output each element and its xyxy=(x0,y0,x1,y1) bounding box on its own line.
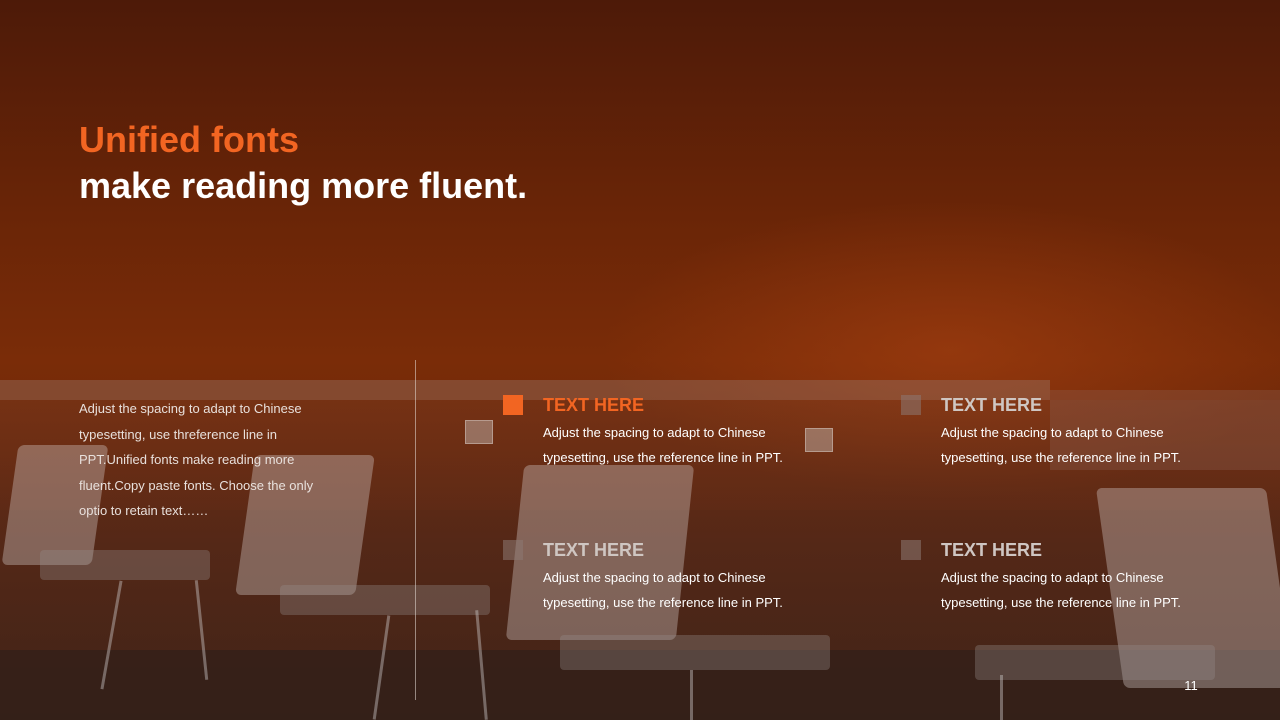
slide-title: make reading more fluent. xyxy=(79,165,528,206)
square-bullet-icon xyxy=(503,395,523,415)
vertical-divider xyxy=(415,360,416,700)
slide-title-highlight: Unified fonts xyxy=(79,119,299,160)
feature-heading: TEXT HERE xyxy=(543,395,645,415)
feature-heading: TEXT HERE xyxy=(941,540,1043,560)
feature-heading: TEXT HERE xyxy=(543,540,645,560)
square-bullet-icon xyxy=(901,540,921,560)
feature-heading: TEXT HERE xyxy=(941,395,1043,415)
intro-paragraph: Adjust the spacing to adapt to Chinese t… xyxy=(79,401,314,518)
feature-description: Adjust the spacing to adapt to Chinese t… xyxy=(543,425,783,465)
feature-description: Adjust the spacing to adapt to Chinese t… xyxy=(941,570,1181,610)
feature-description: Adjust the spacing to adapt to Chinese t… xyxy=(543,570,783,610)
feature-description: Adjust the spacing to adapt to Chinese t… xyxy=(941,425,1181,465)
square-bullet-icon xyxy=(503,540,523,560)
slide: Unified fonts make reading more fluent. … xyxy=(0,0,1280,720)
power-outlet xyxy=(465,420,493,444)
square-bullet-icon xyxy=(901,395,921,415)
page-number: 11 xyxy=(1184,678,1198,693)
